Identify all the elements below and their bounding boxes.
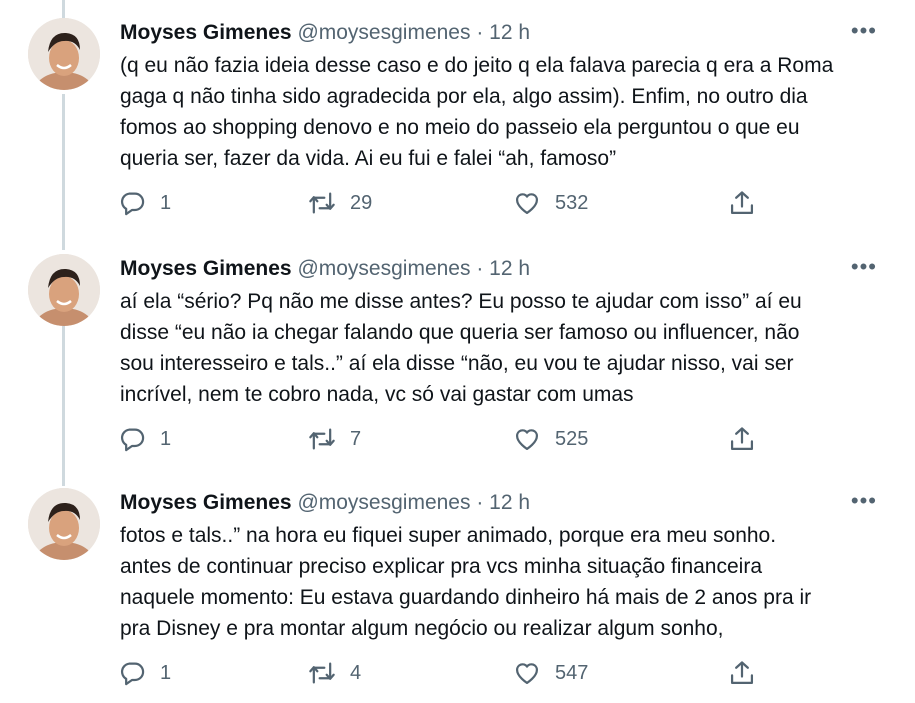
reply-button[interactable]: 1 — [118, 421, 171, 457]
timestamp[interactable]: 12 h — [489, 491, 530, 514]
separator-dot: · — [476, 21, 484, 44]
retweet-button[interactable]: 4 — [308, 655, 361, 691]
reply-count: 1 — [160, 191, 172, 214]
reply-icon — [120, 662, 145, 686]
reply-icon — [120, 428, 145, 452]
like-button[interactable]: 547 — [513, 655, 588, 691]
avatar[interactable] — [28, 488, 100, 560]
share-button[interactable] — [728, 421, 756, 457]
author-handle[interactable]: @moysesgimenes — [297, 21, 470, 44]
reply-button[interactable]: 1 — [118, 185, 171, 221]
tweet-header: Moyses Gimenes @moysesgimenes · 12 h — [120, 488, 530, 518]
share-icon — [730, 661, 754, 685]
tweet-actions: 1 4 547 — [118, 655, 778, 691]
retweet-count: 7 — [350, 427, 362, 450]
retweet-count: 29 — [350, 191, 373, 214]
heart-icon — [515, 663, 539, 685]
share-button[interactable] — [728, 185, 756, 221]
tweet-text: fotos e tals..” na hora eu fiquei super … — [120, 524, 812, 640]
like-button[interactable]: 525 — [513, 421, 588, 457]
retweet-button[interactable]: 7 — [308, 421, 361, 457]
retweet-icon — [309, 428, 335, 450]
like-button[interactable]: 532 — [513, 185, 588, 221]
author-handle[interactable]: @moysesgimenes — [297, 257, 470, 280]
share-button[interactable] — [728, 655, 756, 691]
tweet-text: aí ela “sério? Pq não me disse antes? Eu… — [120, 290, 802, 406]
reply-count: 1 — [160, 427, 172, 450]
like-count: 532 — [555, 191, 589, 214]
tweet[interactable]: Moyses Gimenes @moysesgimenes · 12 h •••… — [0, 488, 915, 703]
retweet-button[interactable]: 29 — [308, 185, 372, 221]
thread-line — [62, 0, 65, 18]
tweet[interactable]: Moyses Gimenes @moysesgimenes · 12 h •••… — [0, 18, 915, 240]
tweet-header: Moyses Gimenes @moysesgimenes · 12 h — [120, 254, 530, 284]
retweet-icon — [309, 192, 335, 214]
more-options-icon[interactable]: ••• — [851, 486, 877, 516]
reply-count: 1 — [160, 661, 172, 684]
retweet-icon — [309, 662, 335, 684]
tweet[interactable]: Moyses Gimenes @moysesgimenes · 12 h •••… — [0, 254, 915, 476]
heart-icon — [515, 193, 539, 215]
like-count: 525 — [555, 427, 589, 450]
author-name[interactable]: Moyses Gimenes — [120, 257, 292, 280]
tweet-text: (q eu não fazia ideia desse caso e do je… — [120, 54, 834, 170]
avatar[interactable] — [28, 254, 100, 326]
author-name[interactable]: Moyses Gimenes — [120, 21, 292, 44]
author-handle[interactable]: @moysesgimenes — [297, 491, 470, 514]
retweet-count: 4 — [350, 661, 362, 684]
tweet-actions: 1 7 525 — [118, 421, 778, 457]
more-options-icon[interactable]: ••• — [851, 16, 877, 46]
share-icon — [730, 427, 754, 451]
separator-dot: · — [476, 491, 484, 514]
reply-button[interactable]: 1 — [118, 655, 171, 691]
heart-icon — [515, 429, 539, 451]
tweet-actions: 1 29 532 — [118, 185, 778, 221]
reply-icon — [120, 192, 145, 216]
avatar[interactable] — [28, 18, 100, 90]
timestamp[interactable]: 12 h — [489, 257, 530, 280]
more-options-icon[interactable]: ••• — [851, 252, 877, 282]
separator-dot: · — [476, 257, 484, 280]
timestamp[interactable]: 12 h — [489, 21, 530, 44]
tweet-header: Moyses Gimenes @moysesgimenes · 12 h — [120, 18, 530, 48]
share-icon — [730, 191, 754, 215]
author-name[interactable]: Moyses Gimenes — [120, 491, 292, 514]
like-count: 547 — [555, 661, 589, 684]
